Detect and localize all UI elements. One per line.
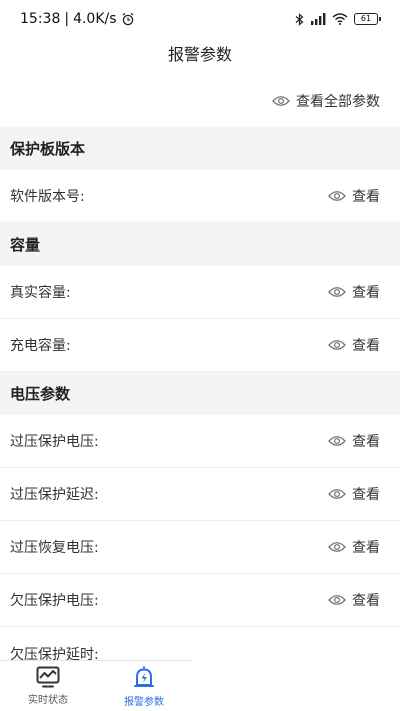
tab-label: 报警参数 — [124, 697, 164, 708]
eye-icon — [328, 542, 346, 552]
tab-alarm-params[interactable]: 报警参数 — [96, 661, 192, 711]
view-button[interactable]: 查看 — [328, 335, 380, 355]
param-label: 真实容量: — [10, 285, 71, 301]
battery-icon: 61 — [354, 13, 381, 25]
eye-icon — [328, 340, 346, 350]
status-separator: | — [64, 11, 70, 27]
view-button[interactable]: 查看 — [328, 431, 380, 451]
status-right: 61 — [295, 12, 381, 26]
view-button-label: 查看 — [352, 338, 380, 354]
eye-icon — [328, 191, 346, 201]
page-title: 报警参数 — [167, 45, 232, 64]
section-header-voltage: 电压参数 — [0, 372, 400, 415]
tab-label: 实时状态 — [28, 695, 68, 706]
eye-icon — [328, 595, 346, 605]
params-list: 保护板版本 软件版本号: 查看 容量 真实容量: 查看 充电容量: 查看 电压参… — [0, 127, 400, 680]
view-all-params-label: 查看全部参数 — [296, 94, 380, 110]
view-button-label: 查看 — [352, 285, 380, 301]
eye-icon — [328, 287, 346, 297]
eye-icon — [328, 489, 346, 499]
view-button[interactable]: 查看 — [328, 282, 380, 302]
status-left: 15:38 | 4.0K/s — [20, 11, 135, 27]
view-all-params-button[interactable]: 查看全部参数 — [272, 88, 380, 114]
alarm-clock-icon — [122, 12, 133, 26]
view-button-label: 查看 — [352, 434, 380, 450]
param-row-real-capacity: 真实容量: 查看 — [0, 266, 400, 319]
bluetooth-icon — [295, 12, 304, 26]
signal-icon — [311, 13, 326, 25]
section-header-capacity: 容量 — [0, 223, 400, 266]
status-net-speed: 4.0K/s — [73, 11, 117, 27]
param-label: 过压保护延迟: — [10, 487, 99, 503]
param-label: 欠压保护电压: — [10, 593, 99, 609]
status-time: 15:38 — [20, 11, 61, 27]
param-row-software-version: 软件版本号: 查看 — [0, 170, 400, 223]
param-row-ov-protect-delay: 过压保护延迟: 查看 — [0, 468, 400, 521]
param-label: 过压恢复电压: — [10, 540, 99, 556]
view-button[interactable]: 查看 — [328, 537, 380, 557]
view-button[interactable]: 查看 — [328, 186, 380, 206]
param-label: 软件版本号: — [10, 189, 85, 205]
wifi-icon — [332, 13, 348, 25]
eye-icon — [328, 436, 346, 446]
section-header-board-version: 保护板版本 — [0, 127, 400, 170]
view-button[interactable]: 查看 — [328, 590, 380, 610]
view-button[interactable]: 查看 — [328, 484, 380, 504]
bottom-tab-bar: 实时状态 报警参数 — [0, 660, 192, 711]
param-row-charge-capacity: 充电容量: 查看 — [0, 319, 400, 372]
view-button-label: 查看 — [352, 540, 380, 556]
param-row-ov-protect-voltage: 过压保护电压: 查看 — [0, 415, 400, 468]
monitor-chart-icon — [36, 666, 60, 688]
status-bar: 15:38 | 4.0K/s 61 — [0, 0, 400, 38]
param-label: 过压保护电压: — [10, 434, 99, 450]
view-button-label: 查看 — [352, 487, 380, 503]
param-row-ov-recover-voltage: 过压恢复电压: 查看 — [0, 521, 400, 574]
tab-realtime-status[interactable]: 实时状态 — [0, 661, 96, 711]
view-button-label: 查看 — [352, 189, 380, 205]
eye-icon — [272, 96, 290, 106]
param-label: 充电容量: — [10, 338, 71, 354]
view-button-label: 查看 — [352, 593, 380, 609]
param-row-uv-protect-voltage: 欠压保护电压: 查看 — [0, 574, 400, 627]
alarm-bolt-icon — [134, 666, 154, 687]
